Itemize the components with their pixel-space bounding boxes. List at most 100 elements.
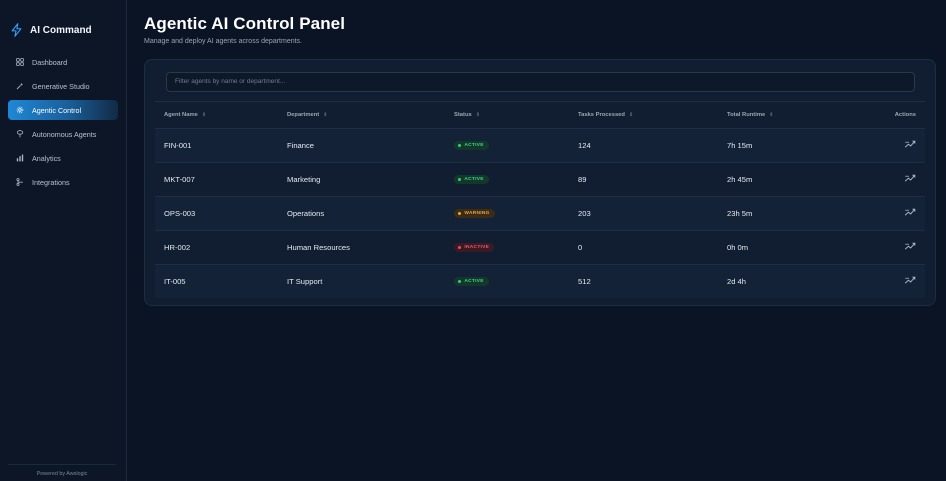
tasks-cell: 89 (578, 174, 587, 184)
branch-icon (16, 178, 24, 186)
sort-icon: ⇕ (628, 111, 634, 118)
sparkle-icon (16, 82, 24, 90)
action-trend-icon[interactable] (904, 139, 916, 149)
action-trend-icon[interactable] (904, 275, 916, 285)
sidebar-item-integrations[interactable]: Integrations (8, 172, 118, 192)
sidebar-item-label: Agentic Control (32, 105, 82, 115)
sidebar-item-generative-studio[interactable]: Generative Studio (8, 76, 118, 96)
department-cell: Finance (287, 140, 315, 150)
status-dot (458, 177, 462, 182)
agent-name-cell: IT-005 (164, 276, 186, 286)
status-cell: ACTIVE (445, 128, 569, 162)
agent-name-cell: MKT-007 (164, 174, 195, 184)
status-dot (458, 143, 462, 148)
sidebar-item-label: Dashboard (32, 57, 68, 67)
column-label: Actions (894, 111, 916, 118)
status-label: WARNING (464, 210, 490, 216)
column-header-agent-name[interactable]: Agent Name ⇕ (155, 101, 278, 128)
brand-name: AI Command (30, 24, 92, 36)
tasks-cell: 512 (578, 276, 591, 286)
page-subtitle: Manage and deploy AI agents across depar… (144, 38, 302, 45)
grid-icon (16, 58, 24, 66)
status-label: INACTIVE (464, 244, 490, 250)
column-label: Tasks Processed (578, 111, 625, 118)
table-row[interactable]: HR-002 Human Resources INACTIVE 0 0h 0m (155, 230, 925, 264)
agent-name-cell: FIN-001 (164, 140, 192, 150)
actions-cell (838, 162, 925, 196)
runtime-cell: 0h 0m (727, 242, 749, 252)
table-header-row: Agent Name ⇕ Department ⇕ Status ⇕ Tasks Pr… (155, 101, 925, 128)
sort-icon: ⇕ (769, 111, 774, 118)
sort-icon: ⇕ (201, 111, 207, 118)
column-header-total-runtime[interactable]: Total Runtime ⇕ (718, 101, 838, 128)
agent-name-cell: OPS-003 (164, 208, 196, 218)
status-dot (458, 245, 462, 250)
sidebar-item-label: Generative Studio (32, 81, 90, 91)
sidebar-item-dashboard[interactable]: Dashboard (8, 52, 118, 72)
status-label: ACTIVE (464, 176, 484, 182)
sidebar-item-agentic-control[interactable]: Agentic Control (8, 100, 118, 120)
brand[interactable]: AI Command (0, 0, 126, 44)
sidebar-item-label: Analytics (32, 153, 61, 163)
column-header-department[interactable]: Department ⇕ (278, 101, 445, 128)
main-content: Agentic AI Control Panel Manage and depl… (127, 0, 946, 481)
table-row[interactable]: FIN-001 Finance ACTIVE 124 7h 15m (155, 128, 925, 162)
sidebar-item-analytics[interactable]: Analytics (8, 148, 118, 168)
action-trend-icon[interactable] (904, 207, 916, 217)
status-label: ACTIVE (464, 142, 484, 148)
status-dot (458, 279, 462, 284)
bar-chart-icon (16, 154, 24, 162)
sidebar-footer: Powered by Awslogic (8, 464, 116, 477)
column-label: Status (454, 111, 472, 118)
table-row[interactable]: IT-005 IT Support ACTIVE 512 2d 4h (155, 264, 925, 298)
table-row[interactable]: MKT-007 Marketing ACTIVE 89 2h 45m (155, 162, 925, 196)
column-label: Department (287, 111, 320, 118)
actions-cell (838, 196, 925, 230)
runtime-cell: 2d 4h (727, 276, 747, 286)
filter-input[interactable] (166, 71, 915, 92)
status-cell: ACTIVE (445, 162, 569, 196)
tasks-cell: 0 (578, 242, 583, 252)
status-cell: INACTIVE (445, 230, 569, 264)
page-title: Agentic AI Control Panel (144, 14, 346, 33)
runtime-cell: 2h 45m (727, 174, 753, 184)
sidebar: AI Command Dashboard Generative Studio A… (0, 0, 127, 481)
column-header-tasks-processed[interactable]: Tasks Processed ⇕ (569, 101, 718, 128)
status-badge: INACTIVE (454, 242, 495, 252)
action-trend-icon[interactable] (904, 173, 916, 183)
app-root: AI Command Dashboard Generative Studio A… (0, 0, 946, 481)
sort-icon: ⇕ (323, 111, 328, 118)
column-label: Agent Name (164, 111, 198, 118)
department-cell: IT Support (287, 276, 323, 286)
department-cell: Marketing (287, 174, 321, 184)
agents-panel: Agent Name⇕ Department⇕ Status⇕ Tasks Pr… (144, 59, 936, 306)
status-badge: ACTIVE (454, 174, 489, 184)
status-cell: WARNING (445, 196, 569, 230)
column-header-actions: Actions (838, 101, 925, 128)
actions-cell (838, 128, 925, 162)
sort-icon: ⇕ (475, 111, 480, 118)
sidebar-item-autonomous-agents[interactable]: Autonomous Agents (8, 124, 118, 144)
status-cell: ACTIVE (445, 264, 569, 298)
sidebar-item-label: Autonomous Agents (32, 129, 97, 139)
gear-icon (16, 106, 24, 114)
brain-icon (16, 130, 24, 138)
tasks-cell: 203 (578, 208, 591, 218)
status-dot (458, 211, 462, 216)
runtime-cell: 23h 5m (727, 208, 753, 218)
column-header-status[interactable]: Status ⇕ (445, 101, 569, 128)
department-cell: Human Resources (287, 242, 350, 252)
table-body: FIN-001 Finance ACTIVE 124 7h 15m MKT-00… (155, 128, 925, 298)
department-cell: Operations (287, 208, 325, 218)
status-badge: WARNING (454, 208, 495, 218)
sidebar-item-label: Integrations (32, 177, 70, 187)
action-trend-icon[interactable] (904, 241, 916, 251)
status-badge: ACTIVE (454, 140, 489, 150)
table-row[interactable]: OPS-003 Operations WARNING 203 23h 5m (155, 196, 925, 230)
agents-table: Agent Name ⇕ Department ⇕ Status ⇕ Tasks Pr… (155, 101, 925, 298)
status-badge: ACTIVE (454, 277, 489, 287)
sidebar-nav: Dashboard Generative Studio Agentic Cont… (0, 52, 126, 192)
runtime-cell: 7h 15m (727, 140, 753, 150)
agent-name-cell: HR-002 (164, 242, 191, 252)
table-header: Agent Name ⇕ Department ⇕ Status ⇕ Tasks Pr… (155, 101, 925, 128)
